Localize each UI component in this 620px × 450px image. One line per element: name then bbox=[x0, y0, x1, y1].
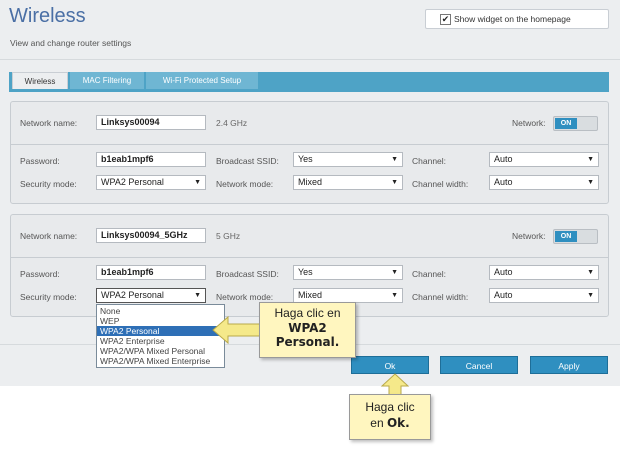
callout-select-wpa2: Haga clic en WPA2 Personal. bbox=[259, 302, 356, 358]
dropdown-option-wpa2-wpa-mixed-personal[interactable]: WPA2/WPA Mixed Personal bbox=[97, 346, 224, 356]
tab-wireless-label: Wireless bbox=[24, 77, 56, 86]
channel-value: Auto bbox=[494, 154, 513, 164]
callout-text: Haga clic en bbox=[274, 306, 341, 320]
network-mode-select-5[interactable]: Mixed ▼ bbox=[293, 288, 403, 303]
network-name-label: Network name: bbox=[20, 118, 78, 128]
channel-select-5[interactable]: Auto ▼ bbox=[489, 265, 599, 280]
callout-text-bold: WPA2 bbox=[288, 321, 327, 335]
callout-arrow-left-icon bbox=[212, 315, 265, 345]
toggle-on-label: ON bbox=[555, 231, 577, 242]
network-toggle-24[interactable]: ON bbox=[553, 116, 598, 131]
dropdown-option-wep[interactable]: WEP bbox=[97, 316, 224, 326]
password-input-5[interactable]: b1eab1mpf6 bbox=[96, 265, 206, 280]
broadcast-ssid-value: Yes bbox=[298, 267, 313, 277]
channel-select-24[interactable]: Auto ▼ bbox=[489, 152, 599, 167]
channel-width-value: Auto bbox=[494, 177, 513, 187]
dropdown-arrow-icon: ▼ bbox=[587, 179, 594, 186]
security-mode-label: Security mode: bbox=[20, 179, 77, 189]
channel-width-select-5[interactable]: Auto ▼ bbox=[489, 288, 599, 303]
channel-width-label: Channel width: bbox=[412, 292, 469, 302]
dropdown-arrow-icon: ▼ bbox=[194, 292, 201, 299]
channel-label: Channel: bbox=[412, 269, 447, 279]
dropdown-arrow-icon: ▼ bbox=[391, 292, 398, 299]
dropdown-arrow-icon: ▼ bbox=[194, 179, 201, 186]
callout-text-bold: Personal. bbox=[275, 335, 340, 349]
dropdown-arrow-icon: ▼ bbox=[587, 292, 594, 299]
network-name-label: Network name: bbox=[20, 231, 78, 241]
security-mode-select-5[interactable]: WPA2 Personal ▼ bbox=[96, 288, 206, 303]
broadcast-ssid-select-5[interactable]: Yes ▼ bbox=[293, 265, 403, 280]
band-label-24: 2.4 GHz bbox=[216, 118, 248, 128]
security-mode-value: WPA2 Personal bbox=[101, 177, 164, 187]
network-label: Network: bbox=[512, 231, 546, 241]
show-widget-checkbox[interactable]: ✔ Show widget on the homepage bbox=[425, 9, 609, 29]
security-mode-select-24[interactable]: WPA2 Personal ▼ bbox=[96, 175, 206, 190]
header-divider bbox=[0, 59, 620, 60]
page-title: Wireless bbox=[9, 5, 86, 27]
tab-wireless[interactable]: Wireless bbox=[12, 72, 68, 89]
dropdown-arrow-icon: ▼ bbox=[391, 156, 398, 163]
callout-text: Haga clic bbox=[365, 400, 415, 414]
tab-mac-filtering[interactable]: MAC Filtering bbox=[70, 72, 144, 89]
broadcast-ssid-value: Yes bbox=[298, 154, 313, 164]
toggle-on-label: ON bbox=[555, 118, 577, 129]
network-mode-value: Mixed bbox=[298, 177, 323, 187]
network-name-input-24[interactable]: Linksys00094 bbox=[96, 115, 206, 130]
tab-wifi-protected-setup[interactable]: Wi-Fi Protected Setup bbox=[146, 72, 258, 89]
password-label: Password: bbox=[20, 269, 60, 279]
network-mode-value: Mixed bbox=[298, 290, 323, 300]
band-label-5: 5 GHz bbox=[216, 231, 241, 241]
network-mode-select-24[interactable]: Mixed ▼ bbox=[293, 175, 403, 190]
dropdown-option-none[interactable]: None bbox=[97, 306, 224, 316]
security-mode-value: WPA2 Personal bbox=[101, 290, 164, 300]
broadcast-ssid-label: Broadcast SSID: bbox=[216, 156, 279, 166]
channel-value: Auto bbox=[494, 267, 513, 277]
dropdown-arrow-icon: ▼ bbox=[587, 269, 594, 276]
callout-text-bold: Ok. bbox=[386, 416, 410, 430]
network-mode-label: Network mode: bbox=[216, 179, 274, 189]
show-widget-label: Show widget on the homepage bbox=[454, 14, 571, 24]
ok-button[interactable]: Ok bbox=[351, 356, 429, 374]
dropdown-option-wpa2-enterprise[interactable]: WPA2 Enterprise bbox=[97, 336, 224, 346]
dropdown-arrow-icon: ▼ bbox=[391, 179, 398, 186]
channel-width-label: Channel width: bbox=[412, 179, 469, 189]
password-label: Password: bbox=[20, 156, 60, 166]
apply-button[interactable]: Apply bbox=[530, 356, 608, 374]
callout-text: en bbox=[370, 416, 387, 430]
network-toggle-5[interactable]: ON bbox=[553, 229, 598, 244]
dropdown-option-wpa2-personal[interactable]: WPA2 Personal bbox=[97, 326, 224, 336]
section-divider bbox=[11, 257, 608, 258]
dropdown-arrow-icon: ▼ bbox=[391, 269, 398, 276]
network-mode-label: Network mode: bbox=[216, 292, 274, 302]
network-name-input-5[interactable]: Linksys00094_5GHz bbox=[96, 228, 206, 243]
password-input-24[interactable]: b1eab1mpf6 bbox=[96, 152, 206, 167]
page-subtitle: View and change router settings bbox=[10, 38, 132, 48]
tab-mac-filtering-label: MAC Filtering bbox=[82, 76, 132, 85]
cancel-button[interactable]: Cancel bbox=[440, 356, 518, 374]
tab-underline bbox=[9, 89, 609, 92]
security-mode-dropdown-list: None WEP WPA2 Personal WPA2 Enterprise W… bbox=[96, 304, 225, 368]
callout-click-ok: Haga clic en Ok. bbox=[349, 394, 431, 440]
dropdown-option-wpa2-wpa-mixed-enterprise[interactable]: WPA2/WPA Mixed Enterprise bbox=[97, 356, 224, 366]
network-label: Network: bbox=[512, 118, 546, 128]
broadcast-ssid-select-24[interactable]: Yes ▼ bbox=[293, 152, 403, 167]
tab-wps-label: Wi-Fi Protected Setup bbox=[162, 76, 242, 85]
broadcast-ssid-label: Broadcast SSID: bbox=[216, 269, 279, 279]
checkmark-icon: ✔ bbox=[440, 14, 451, 25]
dropdown-arrow-icon: ▼ bbox=[587, 156, 594, 163]
channel-width-select-24[interactable]: Auto ▼ bbox=[489, 175, 599, 190]
security-mode-label: Security mode: bbox=[20, 292, 77, 302]
section-divider bbox=[11, 144, 608, 145]
channel-label: Channel: bbox=[412, 156, 447, 166]
channel-width-value: Auto bbox=[494, 290, 513, 300]
